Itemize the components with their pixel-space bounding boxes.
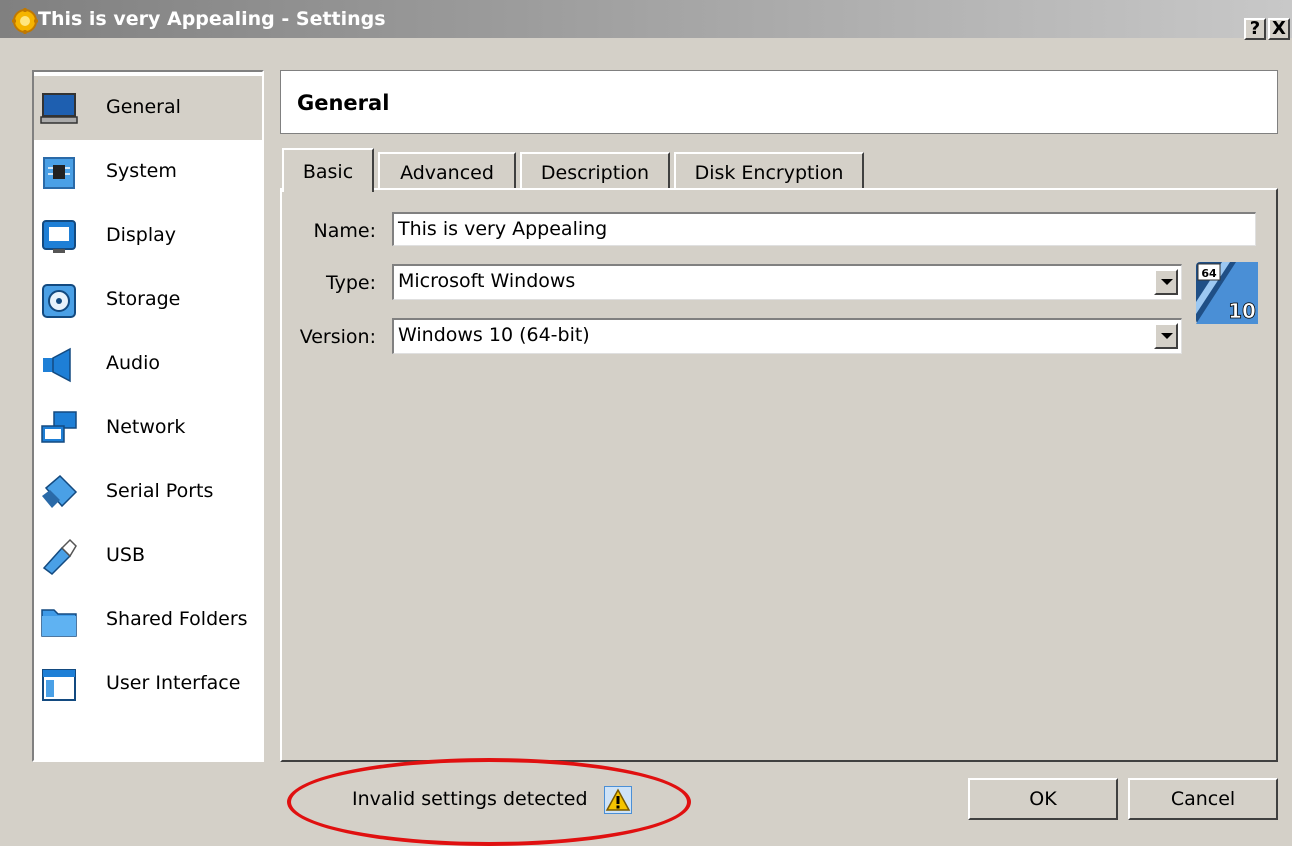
name-label: Name:	[313, 220, 376, 242]
sidebar-item-label: General	[106, 96, 181, 118]
speaker-icon	[43, 347, 71, 383]
type-select[interactable]: Microsoft Windows	[392, 264, 1182, 300]
type-label: Type:	[325, 272, 376, 294]
sidebar-item-label: User Interface	[106, 672, 241, 694]
tab-description[interactable]: Description	[520, 152, 670, 190]
serial-port-icon	[42, 474, 78, 508]
sidebar-item-display[interactable]: Display	[34, 204, 262, 268]
sidebar-item-audio[interactable]: Audio	[34, 332, 262, 396]
tab-basic[interactable]: Basic	[282, 148, 374, 192]
os-badge-top: 64	[1201, 267, 1217, 280]
tab-advanced[interactable]: Advanced	[378, 152, 516, 190]
warning-icon[interactable]	[604, 786, 632, 814]
sidebar-item-storage[interactable]: Storage	[34, 268, 262, 332]
cancel-button[interactable]: Cancel	[1128, 778, 1278, 820]
window-ui-icon	[42, 669, 76, 701]
sidebar-item-system[interactable]: System	[34, 140, 262, 204]
sidebar-item-usb[interactable]: USB	[34, 524, 262, 588]
sidebar-item-label: Audio	[106, 352, 161, 374]
sidebar-item-general[interactable]: General	[34, 76, 262, 140]
monitor-laptop-icon	[40, 93, 78, 124]
status-message: Invalid settings detected	[352, 788, 588, 810]
window-title: This is very Appealing - Settings	[38, 8, 386, 30]
sidebar-item-shared-folders[interactable]: Shared Folders	[34, 588, 262, 652]
version-select-value: Windows 10 (64-bit)	[398, 324, 590, 346]
display-icon	[42, 220, 76, 253]
sidebar-item-label: Shared Folders	[106, 608, 248, 630]
gear-app-icon	[12, 8, 38, 34]
sidebar-item-label: Display	[106, 224, 177, 246]
settings-category-list: General System Display Storage Audio Net…	[32, 70, 264, 762]
sidebar-item-label: USB	[106, 544, 146, 566]
sidebar-item-label: Network	[106, 416, 186, 438]
close-button[interactable]: X	[1268, 18, 1290, 40]
sidebar-item-label: Storage	[106, 288, 181, 310]
help-button[interactable]: ?	[1244, 18, 1266, 40]
ok-button[interactable]: OK	[968, 778, 1118, 820]
os-badge-bottom: 10	[1228, 299, 1256, 323]
version-label: Version:	[299, 326, 376, 348]
chip-icon	[43, 157, 75, 189]
disk-icon	[42, 284, 76, 318]
sidebar-item-user-interface[interactable]: User Interface	[34, 652, 262, 716]
usb-icon	[42, 538, 77, 575]
title-bar: This is very Appealing - Settings ? X	[0, 0, 1292, 40]
sidebar-item-label: Serial Ports	[106, 480, 214, 502]
sidebar-item-label: System	[106, 160, 177, 182]
folder-icon	[41, 609, 77, 637]
chevron-down-icon[interactable]	[1154, 269, 1178, 295]
tab-disk-encryption[interactable]: Disk Encryption	[674, 152, 864, 190]
type-select-value: Microsoft Windows	[398, 270, 576, 292]
network-icon	[41, 411, 77, 443]
page-header: General	[280, 70, 1278, 134]
sidebar-item-serial-ports[interactable]: Serial Ports	[34, 460, 262, 524]
version-select[interactable]: Windows 10 (64-bit)	[392, 318, 1182, 354]
sidebar-item-network[interactable]: Network	[34, 396, 262, 460]
chevron-down-icon[interactable]	[1154, 323, 1178, 349]
page-title: General	[297, 91, 390, 115]
windows-10-64-icon: 64 10	[1196, 262, 1258, 324]
name-field[interactable]: This is very Appealing	[392, 212, 1256, 246]
